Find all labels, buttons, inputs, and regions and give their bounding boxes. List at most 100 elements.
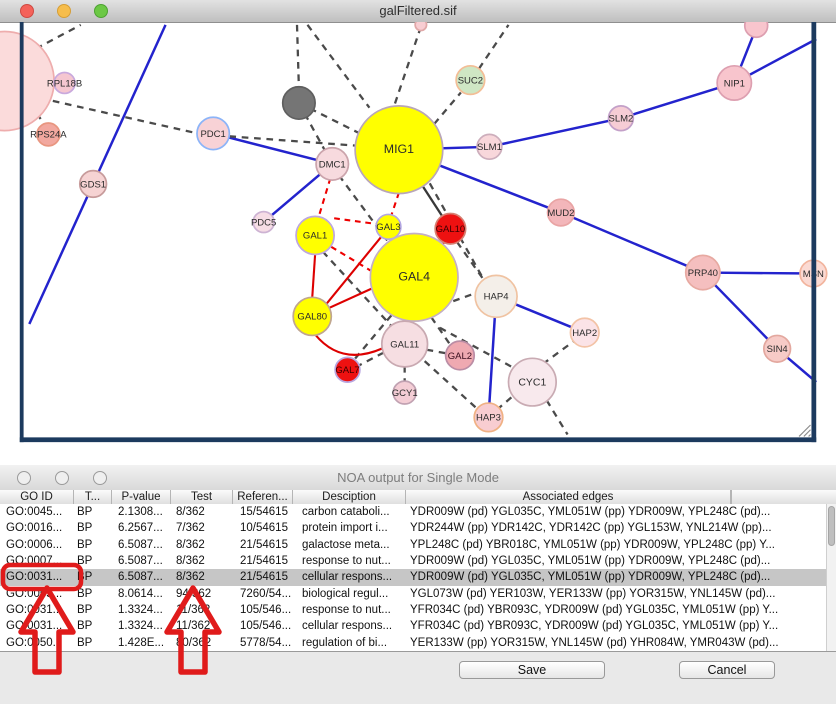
node-cyc1[interactable]: CYC1	[509, 358, 557, 406]
node-hap4[interactable]: HAP4	[475, 275, 517, 317]
cell: response to nut...	[293, 602, 406, 618]
node-mig1[interactable]: MIG1	[355, 106, 443, 194]
save-button[interactable]: Save	[459, 661, 605, 679]
cell: GO:0031...	[0, 569, 74, 585]
edge	[479, 25, 509, 69]
cell: BP	[74, 537, 112, 553]
node-label: HAP3	[476, 413, 501, 424]
cell: GO:0007...	[0, 553, 74, 569]
column-header-p-value[interactable]: P-value	[112, 490, 171, 504]
network-canvas[interactable]: RPL18BRPS24AGDS1PDC1SUC2SLM1DMC1SLM2NIP1…	[0, 22, 836, 465]
vertical-scrollbar[interactable]	[826, 504, 836, 651]
node-gal10[interactable]: GAL10	[435, 213, 465, 243]
column-header-t[interactable]: T...	[74, 490, 112, 504]
noa-window-titlebar[interactable]: NOA output for Single Mode	[0, 465, 836, 491]
table-row[interactable]: GO:0031...BP1.3324...11/362105/546...cel…	[0, 618, 836, 634]
node-hap3[interactable]: HAP3	[474, 403, 503, 432]
node-gal7[interactable]: GAL7	[335, 357, 360, 382]
node-label: RPS24A	[30, 130, 67, 141]
node-gal11[interactable]: GAL11	[382, 321, 428, 367]
node-label: GAL1	[303, 231, 327, 242]
cell: BP	[74, 504, 112, 520]
cell: 2.1308...	[112, 504, 171, 520]
node-gcy1[interactable]: GCY1	[392, 381, 418, 404]
window-border-bottom	[20, 437, 816, 442]
node-label: MUD2	[547, 208, 574, 219]
node-label: GAL4	[398, 270, 430, 284]
cell: 1.3324...	[112, 618, 171, 634]
column-header-associated-edges[interactable]: Associated edges	[406, 490, 731, 504]
node-gal2[interactable]: GAL2	[446, 341, 475, 370]
cell: YDR009W (pd) YGL035C, YML051W (pp) YDR00…	[406, 553, 836, 569]
column-header-referen[interactable]: Referen...	[233, 490, 293, 504]
table-row[interactable]: GO:0065...BP8.0614...94/3627260/54...bio…	[0, 586, 836, 602]
cell: carbon cataboli...	[293, 504, 406, 520]
table-row[interactable]: GO:0006...BP6.5087...8/36221/54615galact…	[0, 537, 836, 553]
node-pdc1[interactable]: PDC1	[197, 117, 229, 149]
node-gal80[interactable]: GAL80	[293, 297, 331, 335]
table-row[interactable]: GO:0050...BP1.428E...80/3625778/54...reg…	[0, 635, 836, 651]
cell: 94/362	[171, 586, 233, 602]
cell: BP	[74, 618, 112, 634]
node-prp40[interactable]: PRP40	[686, 255, 720, 289]
node-label: SLM2	[608, 114, 633, 125]
network-window-titlebar[interactable]: galFiltered.sif	[0, 0, 836, 23]
edge	[489, 118, 620, 147]
table-row[interactable]: GO:0045...BP2.1308...8/36215/54615carbon…	[0, 504, 836, 520]
table-row[interactable]: GO:0016...BP6.2567...7/36210/54615protei…	[0, 520, 836, 536]
column-header-test[interactable]: Test	[171, 490, 233, 504]
cell: 6.2567...	[112, 520, 171, 536]
edge	[561, 213, 703, 273]
node[interactable]	[745, 22, 768, 37]
node-label: GCY1	[392, 388, 418, 399]
column-header-desciption[interactable]: Desciption	[293, 490, 406, 504]
node[interactable]	[415, 22, 426, 31]
window-border-left	[20, 22, 24, 442]
results-table[interactable]: GO:0045...BP2.1308...8/36215/54615carbon…	[0, 504, 836, 652]
cell: 8.0614...	[112, 586, 171, 602]
edge	[393, 27, 421, 109]
resize-grip-icon[interactable]	[799, 425, 810, 436]
node-slm1[interactable]: SLM1	[477, 134, 502, 159]
cell: 11/362	[171, 602, 233, 618]
cell: GO:0031...	[0, 602, 74, 618]
edge	[431, 317, 450, 345]
cancel-button[interactable]: Cancel	[679, 661, 775, 679]
node-nip1[interactable]: NIP1	[717, 66, 751, 100]
window-border-right	[811, 22, 816, 442]
cell: 1.428E...	[112, 635, 171, 651]
scrollbar-thumb[interactable]	[828, 506, 835, 546]
cell: GO:0031...	[0, 618, 74, 634]
node-gal4[interactable]: GAL4	[370, 233, 458, 321]
cell: YDR244W (pp) YDR142C, YDR142C (pp) YGL15…	[406, 520, 836, 536]
cell: BP	[74, 569, 112, 585]
cell: 8/362	[171, 504, 233, 520]
node-label: GDS1	[80, 179, 106, 190]
table-row[interactable]: GO:0031...BP6.5087...8/36221/54615cellul…	[0, 569, 836, 585]
edge	[425, 361, 476, 408]
node-sin4[interactable]: SIN4	[764, 335, 791, 362]
node-gal1[interactable]: GAL1	[296, 216, 334, 254]
node-dmc1[interactable]: DMC1	[316, 148, 348, 180]
node-gal3[interactable]: GAL3	[376, 214, 401, 239]
column-header-go-id[interactable]: GO ID	[0, 490, 74, 504]
node-mud2[interactable]: MUD2	[547, 199, 574, 226]
edge	[543, 340, 575, 364]
node-label: PRP40	[688, 268, 718, 279]
node-label: GAL11	[390, 339, 419, 350]
node[interactable]	[283, 87, 315, 119]
cell: BP	[74, 520, 112, 536]
node-slm2[interactable]: SLM2	[608, 106, 633, 131]
node-hap2[interactable]: HAP2	[570, 318, 599, 347]
table-row[interactable]: GO:0007...BP6.5087...8/36221/54615respon…	[0, 553, 836, 569]
cell: cellular respons...	[293, 569, 406, 585]
node-label: HAP2	[572, 328, 597, 339]
node-gds1[interactable]: GDS1	[80, 171, 107, 198]
cell: BP	[74, 635, 112, 651]
cell: protein import i...	[293, 520, 406, 536]
cell: YFR034C (pd) YBR093C, YDR009W (pd) YGL03…	[406, 618, 836, 634]
table-row[interactable]: GO:0031...BP1.3324...11/362105/546...res…	[0, 602, 836, 618]
node-rps24a[interactable]: RPS24A	[30, 123, 67, 146]
node-suc2[interactable]: SUC2	[456, 66, 485, 95]
cell: 80/362	[171, 635, 233, 651]
